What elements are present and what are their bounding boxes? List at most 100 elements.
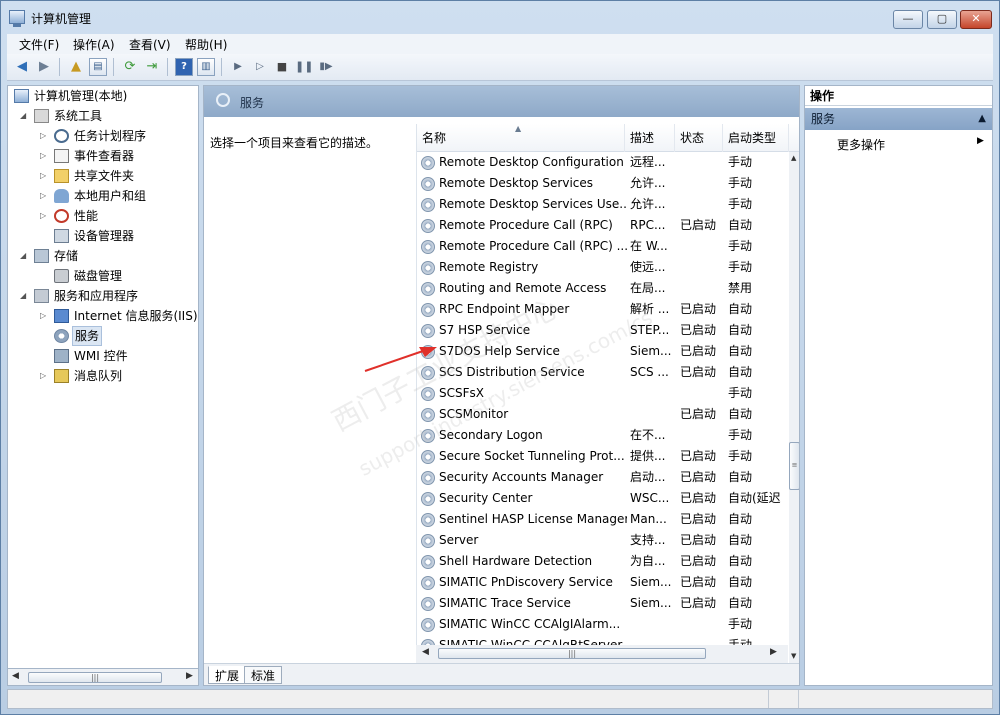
service-startup-type: 手动 [728,617,753,631]
back-icon[interactable]: ◀ [13,58,31,76]
table-row[interactable]: S7 HSP Service STEP... 已启动 自动 [417,320,789,341]
iis-icon [54,309,69,323]
service-status: 已启动 [680,554,717,568]
table-row[interactable]: Security Center WSC... 已启动 自动(延迟 [417,488,789,509]
table-row[interactable]: Sentinel HASP License Manager Man... 已启动 自动 [417,509,789,530]
help-icon[interactable]: ? [175,58,193,76]
column-header-description[interactable]: 描述 [625,124,675,152]
forward-icon[interactable]: ▶ [35,58,53,76]
services-horizontal-scrollbar[interactable]: ◀ ||| ▶ [416,645,788,663]
service-startup-type: 自动 [728,344,753,358]
more-actions-item[interactable]: 更多操作 [837,136,885,153]
collapse-icon[interactable]: ▲ [978,108,986,130]
table-row[interactable]: SIMATIC WinCC CCAlgIAlarm... 手动 [417,614,789,635]
up-icon[interactable]: ▲ [67,58,85,76]
scroll-left-icon[interactable]: ◀ [12,671,19,681]
service-icon [421,303,435,317]
tab-extended[interactable]: 扩展 [208,666,247,684]
table-row[interactable]: SCS Distribution Service SCS ... 已启动 自动 [417,362,789,383]
table-row[interactable]: Security Accounts Manager 启动... 已启动 自动 [417,467,789,488]
column-header-status[interactable]: 状态 [675,124,723,152]
table-row[interactable]: Secure Socket Tunneling Prot... 提供... 已启动手… [417,446,789,467]
tree-item-label: 消息队列 [74,369,123,383]
scroll-up-icon[interactable]: ▲ [791,154,796,162]
scroll-thumb[interactable]: ||| [438,648,706,659]
scroll-thumb[interactable]: ||| [28,672,162,683]
table-row[interactable]: Remote Procedure Call (RPC) ... 在 W... 手动 [417,236,789,257]
expand-icon[interactable]: ▷ [40,127,50,145]
tab-standard[interactable]: 标准 [244,666,283,684]
restart-icon[interactable]: ▮▶ [317,58,335,76]
menu-action[interactable]: 操作(A) [73,36,115,53]
menu-file[interactable]: 文件(F) [19,36,59,53]
service-status: 已启动 [680,491,717,505]
table-row[interactable]: Shell Hardware Detection 为自... 已启动 自动 [417,551,789,572]
table-row[interactable]: Routing and Remote Access 在局... 禁用 [417,278,789,299]
service-status: 已启动 [680,596,717,610]
collapse-icon[interactable]: ◢ [20,247,30,265]
minimize-button[interactable]: — [893,10,923,29]
pause-icon[interactable]: ❚❚ [295,58,313,76]
toolbar: ◀ ▶ ▲ ▤ ⟳ ⇥ ? ▥ ▶ ▷ ■ ❚❚ ▮▶ [7,54,993,81]
table-row[interactable]: RPC Endpoint Mapper 解析 ... 已启动 自动 [417,299,789,320]
tree-horizontal-scrollbar[interactable]: ◀ ||| ▶ [7,668,199,686]
start-alt-icon[interactable]: ▷ [251,58,269,76]
table-row[interactable]: SIMATIC PnDiscovery Service Siem... 已启动 自动 [417,572,789,593]
scroll-right-icon[interactable]: ▶ [186,671,193,681]
expand-icon[interactable]: ▷ [40,307,50,325]
table-row[interactable]: SCSFsX 手动 [417,383,789,404]
scroll-left-icon[interactable]: ◀ [422,647,429,657]
refresh-icon[interactable]: ⟳ [121,58,139,76]
table-row[interactable]: Remote Desktop Services Use... 允许... 手动 [417,194,789,215]
collapse-icon[interactable]: ◢ [20,287,30,305]
export-icon[interactable]: ⇥ [143,58,161,76]
table-row[interactable]: SIMATIC Trace Service Siem... 已启动 自动 [417,593,789,614]
expand-icon[interactable]: ▷ [40,207,50,225]
start-icon[interactable]: ▶ [229,58,247,76]
service-description: 解析 ... [630,302,670,316]
table-row[interactable]: SCSMonitor 已启动 自动 [417,404,789,425]
column-header-startup-type[interactable]: 启动类型 [723,124,789,152]
table-row[interactable]: Remote Desktop Services 允许... 手动 [417,173,789,194]
service-icon [421,261,435,275]
computer-management-window: 计算机管理 — ▢ ✕ 文件(F) 操作(A) 查看(V) 帮助(H) ◀ ▶ … [0,0,1000,715]
expand-icon[interactable]: ▷ [40,147,50,165]
table-row[interactable]: Secondary Logon 在不... 手动 [417,425,789,446]
tree-item-label: 系统工具 [54,109,103,123]
expand-icon[interactable]: ▷ [40,187,50,205]
service-name: SCSFsX [439,386,484,400]
expand-icon[interactable]: ▷ [40,367,50,385]
tree-item-label: 共享文件夹 [74,169,135,183]
expand-icon[interactable]: ▷ [40,167,50,185]
service-icon [421,492,435,506]
service-icon [421,429,435,443]
folder-icon [54,169,69,183]
service-icon [421,198,435,212]
close-button[interactable]: ✕ [960,10,992,29]
actions-section-services[interactable]: 服务 ▲ [805,108,992,130]
show-tree-icon[interactable]: ▤ [89,58,107,76]
services-vertical-scrollbar[interactable]: ▲ ≡ ▼ [789,152,799,663]
maximize-button[interactable]: ▢ [927,10,957,29]
title-bar: 计算机管理 — ▢ ✕ [1,1,999,33]
table-row[interactable]: Remote Registry 使远... 手动 [417,257,789,278]
service-icon [421,597,435,611]
table-row[interactable]: S7DOS Help Service Siem... 已启动 自动 [417,341,789,362]
scroll-down-icon[interactable]: ▼ [791,652,796,660]
device-icon [54,229,69,243]
menu-view[interactable]: 查看(V) [129,36,171,53]
menu-help[interactable]: 帮助(H) [185,36,227,53]
scroll-thumb[interactable]: ≡ [789,442,799,490]
table-row[interactable]: Remote Procedure Call (RPC) RPC... 已启动 自动 [417,215,789,236]
properties-icon[interactable]: ▥ [197,58,215,76]
service-name: Remote Procedure Call (RPC) ... [439,239,627,253]
service-icon [421,471,435,485]
storage-icon [34,249,49,263]
table-row[interactable]: Remote Desktop Configuration 远程... 手动 [417,152,789,173]
service-name: SIMATIC WinCC CCAlgIAlarm... [439,617,621,631]
stop-icon[interactable]: ■ [273,58,291,76]
table-row[interactable]: Server 支持... 已启动 自动 [417,530,789,551]
service-startup-type: 自动(延迟 [728,491,781,505]
scroll-right-icon[interactable]: ▶ [770,647,777,657]
collapse-icon[interactable]: ◢ [20,107,30,125]
